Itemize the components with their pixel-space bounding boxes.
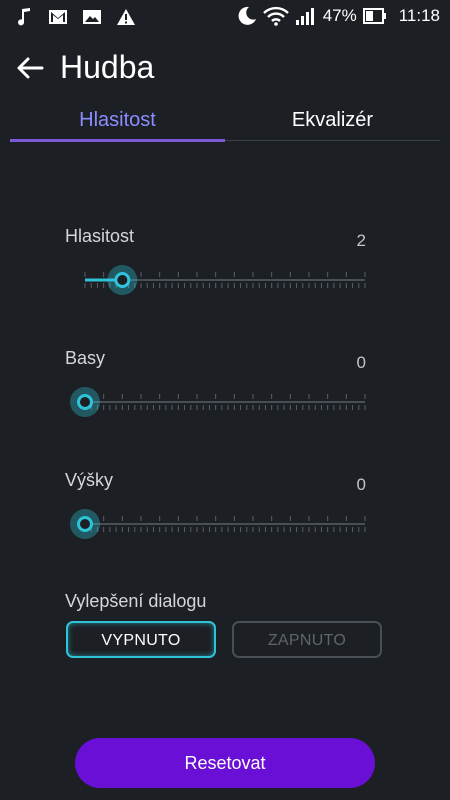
image-icon: [83, 10, 101, 24]
reset-button[interactable]: Resetovat: [75, 738, 375, 788]
gmail-icon: [49, 10, 67, 24]
slider-thumb[interactable]: [114, 272, 131, 288]
battery-percent: 47%: [322, 6, 357, 25]
slider-thumb[interactable]: [77, 394, 93, 410]
slider-label: Hlasitost: [65, 226, 135, 246]
slider-value: 2: [356, 231, 366, 250]
tab-bar: Hlasitost Ekvalizér: [10, 104, 440, 142]
dialog-off-button[interactable]: VYPNUTO: [66, 621, 216, 658]
battery-icon: [362, 8, 386, 24]
warning-icon: [117, 9, 135, 25]
signal-icon: [295, 8, 314, 25]
notification-icons: [14, 7, 136, 27]
bass-slider[interactable]: [65, 372, 375, 432]
tab-ekvalizer[interactable]: Ekvalizér: [225, 104, 440, 140]
active-tab-indicator: [10, 139, 225, 142]
volume-slider-group: Hlasitost 2: [65, 226, 375, 316]
slider-label: Basy: [65, 348, 106, 368]
clock: 11:18: [398, 6, 440, 25]
wifi-icon: [262, 6, 289, 26]
treble-slider-group: Výšky 0: [65, 470, 375, 560]
music-note-icon: [18, 8, 30, 26]
system-status: 47% 11:18: [237, 6, 440, 26]
dialog-on-button[interactable]: ZAPNUTO: [232, 621, 382, 658]
page-title: Hudba: [60, 49, 155, 85]
dialog-enhancement-label: Vylepšení dialogu: [65, 591, 207, 611]
tab-hlasitost[interactable]: Hlasitost: [10, 104, 225, 140]
slider-value: 0: [356, 475, 366, 494]
volume-slider[interactable]: [65, 250, 375, 310]
bass-slider-group: Basy 0: [65, 348, 375, 438]
status-bar: 47% 11:18: [0, 0, 450, 34]
moon-icon: [238, 6, 256, 25]
back-arrow-icon[interactable]: [14, 52, 46, 84]
slider-label: Výšky: [65, 470, 114, 490]
slider-thumb[interactable]: [77, 516, 93, 532]
slider-value: 0: [356, 353, 366, 372]
app-bar: Hudba: [0, 34, 450, 106]
treble-slider[interactable]: [65, 494, 375, 554]
